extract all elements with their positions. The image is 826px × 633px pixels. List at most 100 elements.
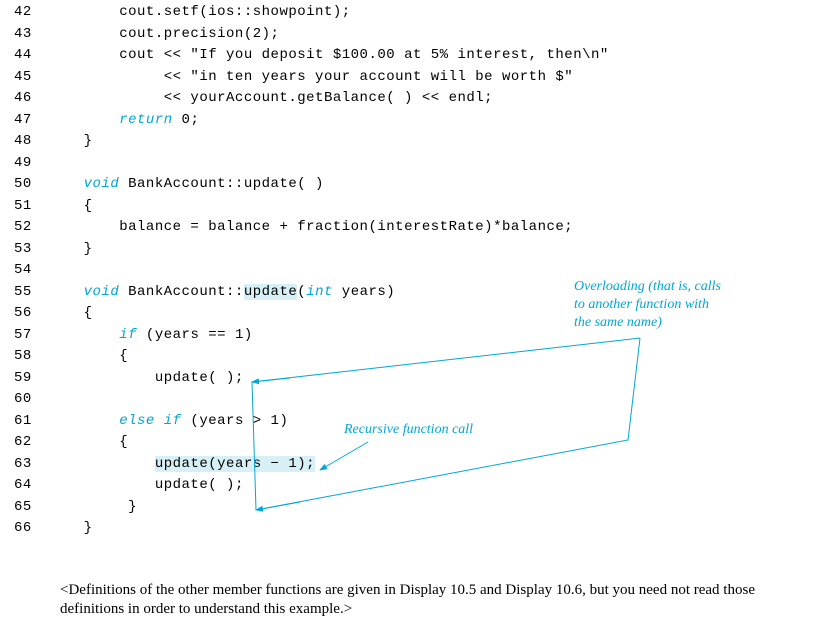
code-content: void BankAccount::update( ): [48, 174, 324, 196]
line-number: 61: [0, 411, 48, 433]
code-content: update( );: [48, 368, 244, 390]
line-number: 64: [0, 475, 48, 497]
token: << "in ten years your account will be wo…: [164, 69, 573, 85]
code-line: 42 cout.setf(ios::showpoint);: [0, 2, 826, 24]
code-content: balance = balance + fraction(interestRat…: [48, 217, 573, 239]
token: 0;: [173, 112, 200, 128]
footnote: <Definitions of the other member functio…: [60, 581, 816, 619]
code-line: 64 update( );: [0, 475, 826, 497]
code-line: 53 }: [0, 239, 826, 261]
code-content: else if (years > 1): [48, 411, 288, 433]
line-number: 50: [0, 174, 48, 196]
token: balance = balance + fraction(interestRat…: [119, 219, 573, 235]
token: }: [84, 241, 93, 257]
code-line: 43 cout.precision(2);: [0, 24, 826, 46]
code-line: 52 balance = balance + fraction(interest…: [0, 217, 826, 239]
code-line: 58 {: [0, 346, 826, 368]
token: (years == 1): [137, 327, 253, 343]
line-number: 43: [0, 24, 48, 46]
code-content: return 0;: [48, 110, 199, 132]
keyword: void: [84, 284, 120, 300]
line-number: 44: [0, 45, 48, 67]
code-line: 45 << "in ten years your account will be…: [0, 67, 826, 89]
line-number: 55: [0, 282, 48, 304]
line-number: 59: [0, 368, 48, 390]
code-content: {: [48, 346, 128, 368]
line-number: 49: [0, 153, 48, 175]
code-listing: 42 cout.setf(ios::showpoint);43 cout.pre…: [0, 0, 826, 540]
token: update( );: [155, 477, 244, 493]
token: cout.precision(2);: [119, 26, 279, 42]
token: cout.setf(ios::showpoint);: [119, 4, 350, 20]
annotation-recursive: Recursive function call: [344, 421, 473, 439]
code-content: void BankAccount::update(int years): [48, 282, 395, 304]
token: BankAccount::update( ): [119, 176, 324, 192]
keyword: if: [119, 327, 137, 343]
line-number: 66: [0, 518, 48, 540]
code-line: 49: [0, 153, 826, 175]
code-content: if (years == 1): [48, 325, 253, 347]
highlight: update: [244, 284, 297, 300]
code-content: }: [48, 518, 93, 540]
code-line: 51 {: [0, 196, 826, 218]
keyword: else if: [119, 413, 181, 429]
token: {: [119, 348, 128, 364]
code-content: }: [48, 131, 93, 153]
line-number: 65: [0, 497, 48, 519]
token: {: [119, 434, 128, 450]
code-line: 46 << yourAccount.getBalance( ) << endl;: [0, 88, 826, 110]
code-line: 44 cout << "If you deposit $100.00 at 5%…: [0, 45, 826, 67]
code-content: cout.setf(ios::showpoint);: [48, 2, 351, 24]
code-content: }: [48, 497, 137, 519]
token: }: [128, 499, 137, 515]
code-content: << yourAccount.getBalance( ) << endl;: [48, 88, 493, 110]
line-number: 58: [0, 346, 48, 368]
annotation-overloading: Overloading (that is, calls to another f…: [574, 278, 721, 332]
code-line: 48 }: [0, 131, 826, 153]
code-content: cout.precision(2);: [48, 24, 279, 46]
line-number: 42: [0, 2, 48, 24]
code-line: 66 }: [0, 518, 826, 540]
line-number: 48: [0, 131, 48, 153]
keyword: void: [84, 176, 120, 192]
token: }: [84, 133, 93, 149]
code-content: {: [48, 303, 93, 325]
token: BankAccount::: [119, 284, 244, 300]
keyword: return: [119, 112, 172, 128]
code-content: {: [48, 196, 93, 218]
line-number: 45: [0, 67, 48, 89]
code-content: {: [48, 432, 128, 454]
token: {: [84, 305, 93, 321]
code-line: 47 return 0;: [0, 110, 826, 132]
code-line: 63 update(years − 1);: [0, 454, 826, 476]
line-number: 63: [0, 454, 48, 476]
token: {: [84, 198, 93, 214]
footnote-text: <Definitions of the other member functio…: [60, 582, 755, 617]
highlight: update(years − 1);: [155, 456, 315, 472]
line-number: 52: [0, 217, 48, 239]
annotation-text: Recursive function call: [344, 422, 473, 437]
code-line: 65 }: [0, 497, 826, 519]
line-number: 51: [0, 196, 48, 218]
line-number: 57: [0, 325, 48, 347]
code-content: cout << "If you deposit $100.00 at 5% in…: [48, 45, 609, 67]
line-number: 46: [0, 88, 48, 110]
token: (years > 1): [182, 413, 289, 429]
token: years): [333, 284, 395, 300]
token: (: [297, 284, 306, 300]
code-content: << "in ten years your account will be wo…: [48, 67, 573, 89]
token: << yourAccount.getBalance( ) << endl;: [164, 90, 493, 106]
annotation-text: Overloading (that is, calls: [574, 279, 721, 294]
token: }: [84, 520, 93, 536]
token: cout << "If you deposit $100.00 at 5% in…: [119, 47, 609, 63]
code-content: update( );: [48, 475, 244, 497]
line-number: 54: [0, 260, 48, 282]
line-number: 47: [0, 110, 48, 132]
keyword: int: [306, 284, 333, 300]
annotation-text: the same name): [574, 315, 662, 330]
token: update( );: [155, 370, 244, 386]
line-number: 53: [0, 239, 48, 261]
code-line: 59 update( );: [0, 368, 826, 390]
code-line: 60: [0, 389, 826, 411]
annotation-text: to another function with: [574, 297, 709, 312]
